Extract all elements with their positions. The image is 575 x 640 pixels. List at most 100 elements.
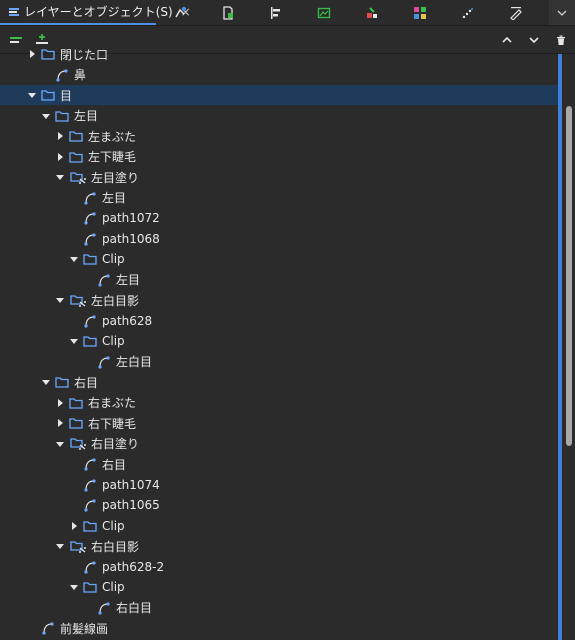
clip-group-icon [69,539,86,553]
tree-row-label: 右目 [74,375,99,390]
tree-row-label: 閉じた口 [60,47,109,62]
vertical-scrollbar[interactable] [566,106,572,446]
tree-row[interactable]: 右目 [0,454,558,474]
tree-row[interactable]: 目 [0,85,558,105]
node-edit-icon[interactable] [156,0,204,25]
tree-row[interactable]: 鼻 [0,65,558,85]
tree-row-label: Clip [102,252,125,266]
no-expander [82,274,94,286]
tree-row-label: path628 [102,313,153,328]
tree-row-label: 左目 [116,273,141,287]
expand-down-icon[interactable] [54,438,66,450]
tree-row[interactable]: 左目 [0,106,558,126]
tree-row[interactable]: 左下睫毛 [0,147,558,167]
expand-down-icon[interactable] [54,540,66,552]
tree-row[interactable]: 左まぶた [0,126,558,146]
expand-down-icon[interactable] [54,171,66,183]
swatches-icon[interactable] [396,0,444,25]
expand-down-icon[interactable] [54,294,66,306]
path-icon [83,232,97,246]
tree-row[interactable]: 閉じた口 [0,44,558,64]
expand-down-icon[interactable] [26,89,38,101]
tree-row-label: 右まぶた [88,396,137,410]
align-icon[interactable] [252,0,300,25]
folder-icon [83,580,97,594]
no-expander [82,356,94,368]
folder-icon [55,375,69,389]
expand-right-icon[interactable] [54,397,66,409]
tree-row[interactable]: 左目 [0,270,558,290]
folder-icon [83,252,97,266]
image-icon[interactable] [300,0,348,25]
tree-row-label: 左白目 [116,355,153,369]
tree-row-label: 左目 [74,109,99,123]
folder-icon [83,334,97,348]
path-icon [83,457,97,471]
tree-row[interactable]: 右まぶた [0,393,558,413]
tree-row[interactable]: Clip [0,516,558,536]
tree-row[interactable]: 左目 [0,188,558,208]
expand-down-icon[interactable] [40,110,52,122]
expand-right-icon[interactable] [54,130,66,142]
tree-row-label: path1072 [102,211,160,225]
tree-row[interactable]: 左白目 [0,352,558,372]
path-icon [83,478,97,492]
tree-row-label: Clip [102,334,125,348]
expand-right-icon[interactable] [68,520,80,532]
tree-row[interactable]: 右目 [0,372,558,392]
tree-row[interactable]: 右白目 [0,598,558,618]
tree-row-label: 右白目影 [91,539,140,554]
tree-row[interactable]: path1074 [0,475,558,495]
clip-group-icon [69,293,86,307]
tree-row[interactable]: 左白目影 [0,290,558,310]
expand-right-icon[interactable] [54,151,66,163]
no-expander [68,479,80,491]
expand-right-icon[interactable] [26,48,38,60]
tree-row[interactable]: path1068 [0,229,558,249]
tree-row-label: path1074 [102,477,160,492]
no-expander [68,561,80,573]
tree-row[interactable]: 前髪線画 [0,618,558,638]
no-expander [68,458,80,470]
expand-down-icon[interactable] [68,335,80,347]
path-icon [41,621,55,635]
tree-row[interactable]: path628-2 [0,557,558,577]
tree-row-label: 右白目 [116,601,153,615]
path-icon [83,498,97,512]
tree-row[interactable]: path1072 [0,208,558,228]
tree-row[interactable]: Clip [0,577,558,597]
tree-row-label: Clip [102,580,125,594]
expand-down-icon[interactable] [40,376,52,388]
tree-row[interactable]: Clip [0,249,558,269]
path-icon [83,191,97,205]
document-icon[interactable] [204,0,252,25]
tree-row-label: 左まぶた [88,129,137,144]
spray-icon[interactable] [444,0,492,25]
tree-row[interactable]: Clip [0,331,558,351]
clip-group-icon [69,170,86,184]
no-expander [68,212,80,224]
tree-row[interactable]: 左目塗り [0,167,558,187]
no-expander [26,622,38,634]
path-effects-icon[interactable] [348,0,396,25]
chevron-down-icon[interactable] [549,0,575,25]
path-icon [83,211,97,225]
expand-right-icon[interactable] [54,417,66,429]
path-icon [97,601,111,615]
tree-row[interactable]: 右白目影 [0,536,558,556]
folder-icon [69,416,83,430]
pen-icon[interactable] [492,0,540,25]
tree-row-label: path1065 [102,498,160,512]
folder-icon [69,396,83,410]
tree-row[interactable]: path628 [0,311,558,331]
tree-row-label: path628-2 [102,559,165,574]
tree-row[interactable]: 右下睫毛 [0,413,558,433]
tree-row[interactable]: path1065 [0,495,558,515]
tree-row[interactable]: 右目塗り [0,434,558,454]
tab-layers-and-objects[interactable]: レイヤーとオブジェクト(S) × [0,0,191,25]
tree-row-label: 右目 [102,457,127,472]
expand-down-icon[interactable] [68,581,80,593]
expand-down-icon[interactable] [68,253,80,265]
tree-row-label: 前髪線画 [60,621,109,636]
tree-row-label: Clip [102,518,125,533]
